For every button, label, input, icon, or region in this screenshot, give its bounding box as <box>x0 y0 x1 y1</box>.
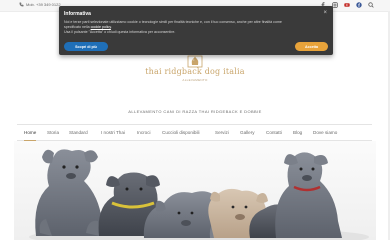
logo-title[interactable]: thai ridgback dog italia <box>0 67 390 76</box>
nav-item-i-nostri-thai[interactable]: I nostri Thai <box>101 125 125 140</box>
nav-item-standard[interactable]: Standard <box>69 125 88 140</box>
cookie-policy-link[interactable]: cookie policy <box>91 25 111 29</box>
logo-subtitle: ALLEVAMENTO <box>182 78 208 82</box>
phone-icon <box>19 2 24 7</box>
cookie-text-line2a: specificato nella <box>64 25 90 29</box>
nav-item-home[interactable]: Home <box>24 125 37 141</box>
nav-item-contatti[interactable]: Contatti <box>266 125 282 140</box>
main-navigation: Home Storia Standard I nostri Thai Incro… <box>17 124 372 141</box>
hero-image <box>14 141 376 240</box>
cookie-title: Informativa <box>64 11 91 17</box>
site-tagline: ALLEVAMENTO CANI DI RAZZA THAI RIDGEBACK… <box>128 109 262 114</box>
cookie-text-line2b: . <box>110 25 112 29</box>
accept-button[interactable]: Accetta <box>295 42 328 51</box>
search-icon[interactable] <box>367 1 374 8</box>
nav-item-storia[interactable]: Storia <box>47 125 59 140</box>
phone-number: Mob. +39 349 0122 <box>26 2 61 7</box>
cookie-text-line1: Noi e terze parti selezionate utilizziam… <box>64 20 282 24</box>
cookie-consent-dialog: Informativa × Noi e terze parti selezion… <box>59 6 333 55</box>
learn-more-button[interactable]: Scopri di più <box>64 42 108 51</box>
cookie-text-line3: Usa il pulsante "Accetta" o chiudi quest… <box>64 30 176 34</box>
youtube-icon[interactable] <box>343 1 350 8</box>
nav-item-blog[interactable]: Blog <box>293 125 302 140</box>
cookie-message: Noi e terze parti selezionate utilizziam… <box>64 20 322 35</box>
close-icon[interactable]: × <box>323 10 327 16</box>
nav-item-gallery[interactable]: Gallery <box>240 125 255 140</box>
nav-item-cuccioli-disponibili[interactable]: Cuccioli disponibili <box>162 125 200 140</box>
nav-item-dove-siamo[interactable]: Dove siamo <box>313 125 337 140</box>
facebook-icon[interactable] <box>355 1 362 8</box>
nav-item-servizi[interactable]: Servizi <box>215 125 229 140</box>
nav-item-incroci[interactable]: Incroci <box>137 125 151 140</box>
phone-contact[interactable]: Mob. +39 349 0122 <box>19 2 61 7</box>
